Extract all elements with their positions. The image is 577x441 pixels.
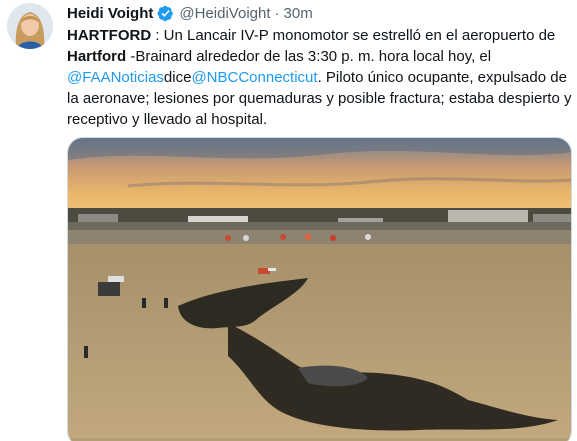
tweet-photo[interactable] bbox=[67, 137, 572, 441]
text-segment: dice bbox=[163, 69, 192, 86]
airport-bold: Hartford bbox=[67, 48, 127, 65]
verified-badge-icon bbox=[157, 5, 174, 21]
crash-scene-image bbox=[68, 138, 571, 441]
tweet[interactable]: Heidi Voight @HeidiVoight · 30m HARTFORD… bbox=[0, 0, 577, 441]
timestamp[interactable]: 30m bbox=[284, 5, 313, 22]
text-segment: : Un Lancair IV-P monomotor se estrelló … bbox=[151, 27, 556, 44]
mention-faa[interactable]: @FAANoticias bbox=[67, 69, 164, 86]
author-name[interactable]: Heidi Voight bbox=[67, 5, 153, 22]
author-handle[interactable]: @HeidiVoight bbox=[179, 5, 270, 22]
avatar-image bbox=[7, 3, 53, 49]
separator-dot: · bbox=[274, 4, 280, 22]
tweet-text: HARTFORD : Un Lancair IV-P monomotor se … bbox=[67, 25, 573, 130]
tweet-header: Heidi Voight @HeidiVoight · 30m bbox=[67, 4, 313, 22]
location-bold: HARTFORD bbox=[67, 27, 152, 44]
text-segment: -Brainard alrededor de las 3:30 p. m. ho… bbox=[126, 48, 492, 65]
mention-nbc[interactable]: @NBCConnecticut bbox=[191, 69, 317, 86]
avatar[interactable] bbox=[7, 3, 53, 49]
